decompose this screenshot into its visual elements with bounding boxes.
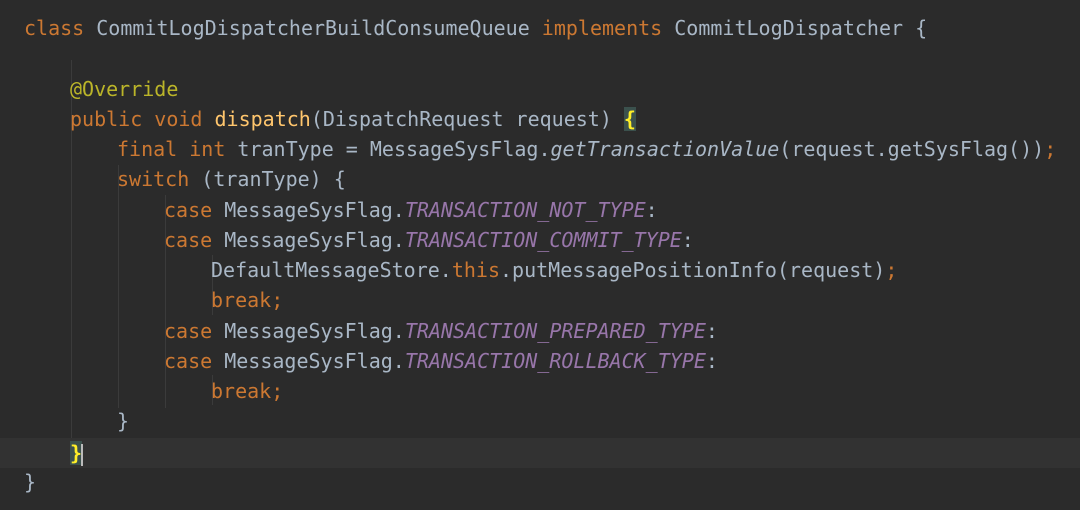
keyword-public: public	[70, 107, 143, 131]
keyword-int: int	[189, 137, 226, 161]
case-colon: :	[705, 319, 718, 343]
code-line-case-prepared-type[interactable]: case MessageSysFlag.TRANSACTION_PREPARED…	[164, 316, 718, 346]
annotation-override: @Override	[70, 77, 179, 101]
text-caret	[81, 443, 84, 466]
case-constant: TRANSACTION_COMMIT_TYPE	[404, 228, 682, 252]
keyword-switch: switch	[117, 167, 190, 191]
switch-close-brace: }	[117, 409, 130, 433]
semicolon: ;	[271, 379, 284, 403]
code-line-case-commit-type[interactable]: case MessageSysFlag.TRANSACTION_COMMIT_T…	[164, 225, 694, 255]
keyword-implements: implements	[541, 16, 663, 40]
keyword-final: final	[117, 137, 178, 161]
keyword-case: case	[164, 228, 213, 252]
method-params: (DispatchRequest request)	[310, 107, 624, 131]
code-line-case-rollback-type[interactable]: case MessageSysFlag.TRANSACTION_ROLLBACK…	[164, 346, 718, 376]
matched-open-brace: {	[623, 107, 636, 131]
code-line-class-declaration[interactable]: class CommitLogDispatcherBuildConsumeQue…	[24, 13, 927, 43]
code-editor[interactable]: class CommitLogDispatcherBuildConsumeQue…	[0, 0, 1080, 510]
case-class: MessageSysFlag.	[212, 228, 405, 252]
code-line-switch[interactable]: switch (tranType) {	[117, 164, 346, 194]
switch-expression: (tranType) {	[189, 167, 346, 191]
code-line-break[interactable]: break;	[211, 376, 283, 406]
current-line-highlight	[0, 438, 1080, 468]
keyword-this: this	[451, 258, 500, 282]
case-class: MessageSysFlag.	[212, 319, 405, 343]
case-constant: TRANSACTION_PREPARED_TYPE	[404, 319, 706, 343]
case-colon: :	[705, 349, 718, 373]
method-call: .putMessagePositionInfo(request)	[500, 258, 886, 282]
keyword-class: class	[24, 16, 85, 40]
semicolon: ;	[1044, 137, 1057, 161]
code-line-method-close[interactable]: }	[70, 438, 84, 468]
keyword-case: case	[164, 349, 213, 373]
class-close-brace: }	[24, 470, 37, 494]
method-name: dispatch	[214, 107, 311, 131]
code-line-trantype-declaration[interactable]: final int tranType = MessageSysFlag.getT…	[117, 134, 1056, 164]
keyword-case: case	[164, 198, 213, 222]
code-line-class-close[interactable]: }	[24, 467, 36, 497]
class-name: CommitLogDispatcherBuildConsumeQueue	[84, 16, 542, 40]
code-line-switch-close[interactable]: }	[117, 406, 129, 436]
keyword-void: void	[154, 107, 203, 131]
case-colon: :	[681, 228, 694, 252]
case-constant: TRANSACTION_NOT_TYPE	[404, 198, 646, 222]
semicolon: ;	[885, 258, 898, 282]
store-class: DefaultMessageStore.	[211, 258, 452, 282]
code-line-case-not-type[interactable]: case MessageSysFlag.TRANSACTION_NOT_TYPE…	[164, 195, 658, 225]
call-arguments: (request.getSysFlag())	[779, 137, 1045, 161]
keyword-break: break	[211, 288, 272, 312]
case-class: MessageSysFlag.	[212, 198, 405, 222]
code-line-method-signature[interactable]: public void dispatch(DispatchRequest req…	[70, 104, 636, 134]
interface-name: CommitLogDispatcher {	[662, 16, 928, 40]
variable-declaration: tranType = MessageSysFlag.	[225, 137, 551, 161]
case-constant: TRANSACTION_ROLLBACK_TYPE	[404, 349, 706, 373]
case-colon: :	[645, 198, 658, 222]
code-line-annotation[interactable]: @Override	[70, 74, 178, 104]
keyword-break: break	[211, 379, 272, 403]
keyword-case: case	[164, 319, 213, 343]
static-method-call: getTransactionValue	[550, 137, 780, 161]
indent-guide	[118, 165, 119, 408]
code-line-put-message-position[interactable]: DefaultMessageStore.this.putMessagePosit…	[211, 255, 897, 285]
code-line-break[interactable]: break;	[211, 285, 283, 315]
semicolon: ;	[271, 288, 284, 312]
case-class: MessageSysFlag.	[212, 349, 405, 373]
